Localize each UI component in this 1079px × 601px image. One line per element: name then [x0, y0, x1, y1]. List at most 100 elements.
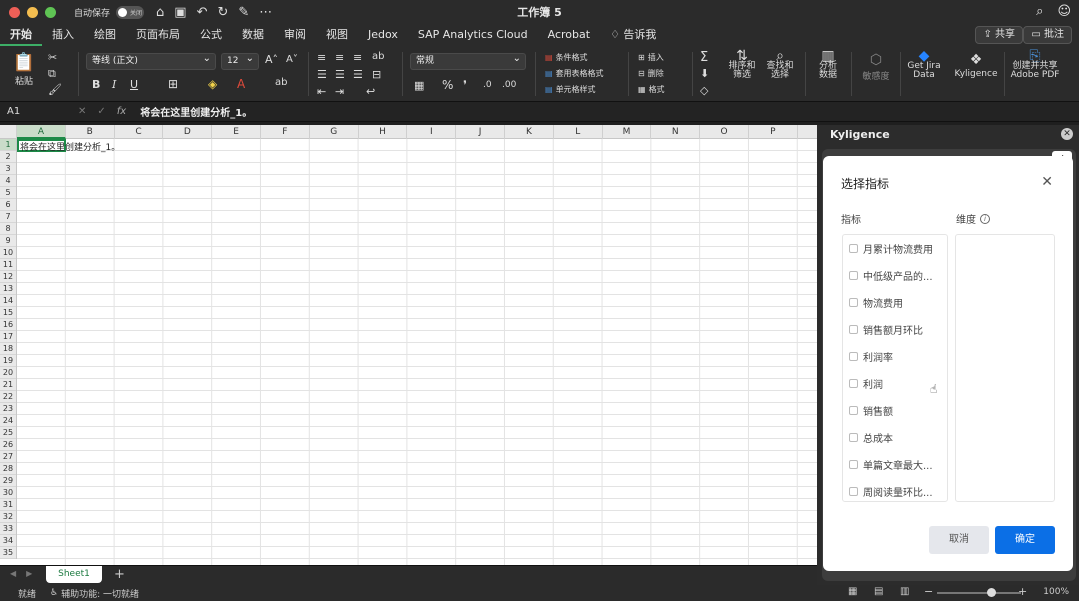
copy-icon[interactable]: ⧉: [48, 67, 56, 81]
row-header[interactable]: 7: [0, 211, 16, 223]
metric-item[interactable]: 月累计物流费用: [843, 235, 947, 262]
table-format-button[interactable]: ▤ 套用表格格式: [545, 68, 604, 79]
conditional-format-button[interactable]: ▤ 条件格式: [545, 52, 588, 63]
normal-view-icon[interactable]: ▦: [848, 586, 857, 597]
metric-checkbox[interactable]: [849, 433, 858, 442]
analyze-data-button[interactable]: ▥ 分析 数据: [813, 49, 843, 80]
column-header[interactable]: F: [261, 125, 310, 139]
kyligence-button[interactable]: ❖ Kyligence: [954, 52, 998, 79]
prev-sheet-icon[interactable]: ◀: [10, 569, 16, 578]
tell-me[interactable]: ♢ 告诉我: [600, 24, 666, 46]
fill-color-icon[interactable]: ◈: [208, 77, 217, 91]
format-cells-button[interactable]: ▦ 格式: [638, 84, 665, 95]
tab-review[interactable]: 审阅: [274, 24, 316, 46]
sensitivity-button[interactable]: ⬡ 敏感度: [859, 52, 893, 82]
close-window-button[interactable]: [9, 6, 20, 18]
decrease-font-icon[interactable]: A˅: [286, 54, 298, 65]
share-button[interactable]: ⇪ 共享: [975, 26, 1023, 44]
italic-icon[interactable]: I: [112, 78, 116, 91]
tab-page-layout[interactable]: 页面布局: [126, 24, 190, 46]
row-header[interactable]: 4: [0, 175, 16, 187]
row-header[interactable]: 10: [0, 247, 16, 259]
more-icon[interactable]: ⋯: [259, 5, 272, 20]
row-header[interactable]: 1: [0, 139, 16, 151]
minimize-window-button[interactable]: [27, 6, 38, 18]
save-icon[interactable]: ▣: [174, 5, 186, 20]
row-header[interactable]: 19: [0, 355, 16, 367]
row-header[interactable]: 23: [0, 403, 16, 415]
row-header[interactable]: 35: [0, 547, 16, 559]
metric-item[interactable]: 总成本: [843, 424, 947, 451]
home-icon[interactable]: ⌂: [156, 5, 164, 20]
tab-insert[interactable]: 插入: [42, 24, 84, 46]
row-header[interactable]: 32: [0, 511, 16, 523]
bold-icon[interactable]: B: [92, 78, 100, 91]
align-bottom-icon[interactable]: ≡: [353, 51, 362, 64]
row-header[interactable]: 13: [0, 283, 16, 295]
font-size-select[interactable]: 12: [221, 51, 259, 70]
cut-icon[interactable]: ✂: [48, 51, 57, 64]
sort-filter-button[interactable]: ⇅ 排序和 筛选: [728, 49, 756, 80]
decrease-indent-icon[interactable]: ⇤: [317, 85, 326, 98]
column-header[interactable]: B: [66, 125, 115, 139]
accounting-format-icon[interactable]: ▦: [414, 79, 424, 92]
column-header[interactable]: P: [749, 125, 798, 139]
row-header[interactable]: 27: [0, 451, 16, 463]
select-all-corner[interactable]: [0, 125, 17, 139]
merge-cells-icon[interactable]: ⊟: [372, 68, 381, 81]
column-header[interactable]: J: [456, 125, 505, 139]
column-header[interactable]: O: [700, 125, 749, 139]
row-header[interactable]: 2: [0, 151, 16, 163]
row-header[interactable]: 9: [0, 235, 16, 247]
search-icon[interactable]: ⌕: [1036, 4, 1043, 19]
delete-cells-button[interactable]: ⊟ 删除: [638, 68, 664, 79]
comma-style-icon[interactable]: ❜: [463, 78, 467, 92]
metric-checkbox[interactable]: [849, 487, 858, 496]
row-header[interactable]: 29: [0, 475, 16, 487]
row-header[interactable]: 15: [0, 307, 16, 319]
row-header[interactable]: 12: [0, 271, 16, 283]
row-header[interactable]: 33: [0, 523, 16, 535]
tab-view[interactable]: 视图: [316, 24, 358, 46]
spreadsheet-grid[interactable]: ABCDEFGHIJKLMNOP 1 2 3 4 5 6 7 8 9 10 11 12 13 14 15 16…: [0, 125, 817, 565]
zoom-in-icon[interactable]: +: [1018, 585, 1027, 598]
row-header[interactable]: 34: [0, 535, 16, 547]
orientation-icon[interactable]: ab: [372, 51, 384, 62]
row-header[interactable]: 21: [0, 379, 16, 391]
column-header[interactable]: C: [115, 125, 164, 139]
decrease-decimal-icon[interactable]: .00: [502, 80, 516, 90]
metric-item[interactable]: 销售额: [843, 397, 947, 424]
row-header[interactable]: 14: [0, 295, 16, 307]
increase-decimal-icon[interactable]: .0: [483, 80, 492, 90]
create-share-pdf-button[interactable]: ⎘ 创建并共享 Adobe PDF: [1010, 49, 1060, 80]
align-middle-icon[interactable]: ≡: [335, 51, 344, 64]
cancel-formula-icon[interactable]: ✕: [78, 106, 86, 117]
metric-item[interactable]: 利润率: [843, 343, 947, 370]
accessibility-status[interactable]: 辅助功能: 一切就绪: [61, 587, 139, 600]
cell-area[interactable]: [17, 139, 817, 565]
row-header[interactable]: 17: [0, 331, 16, 343]
increase-indent-icon[interactable]: ⇥: [335, 85, 344, 98]
font-name-select[interactable]: 等线 (正文): [86, 51, 216, 70]
metric-checkbox[interactable]: [849, 325, 858, 334]
metric-item[interactable]: 周阅读量环比...: [843, 478, 947, 501]
column-header[interactable]: A: [17, 125, 66, 139]
row-header[interactable]: 31: [0, 499, 16, 511]
tab-jedox[interactable]: Jedox: [358, 24, 408, 46]
fill-icon[interactable]: ⬇: [700, 67, 709, 80]
align-top-icon[interactable]: ≡: [317, 51, 326, 64]
column-header[interactable]: K: [505, 125, 554, 139]
column-header[interactable]: L: [554, 125, 603, 139]
align-right-icon[interactable]: ☰: [353, 68, 363, 81]
row-header[interactable]: 28: [0, 463, 16, 475]
maximize-window-button[interactable]: [45, 6, 56, 18]
next-sheet-icon[interactable]: ▶: [26, 569, 32, 578]
tab-sap-analytics-cloud[interactable]: SAP Analytics Cloud: [408, 24, 538, 46]
align-left-icon[interactable]: ☰: [317, 68, 327, 81]
metric-checkbox[interactable]: [849, 244, 858, 253]
align-center-icon[interactable]: ☰: [335, 68, 345, 81]
comments-button[interactable]: ▭ 批注: [1023, 26, 1072, 44]
metric-checkbox[interactable]: [849, 298, 858, 307]
insert-cells-button[interactable]: ⊞ 插入: [638, 52, 664, 63]
zoom-slider[interactable]: [937, 588, 1021, 597]
